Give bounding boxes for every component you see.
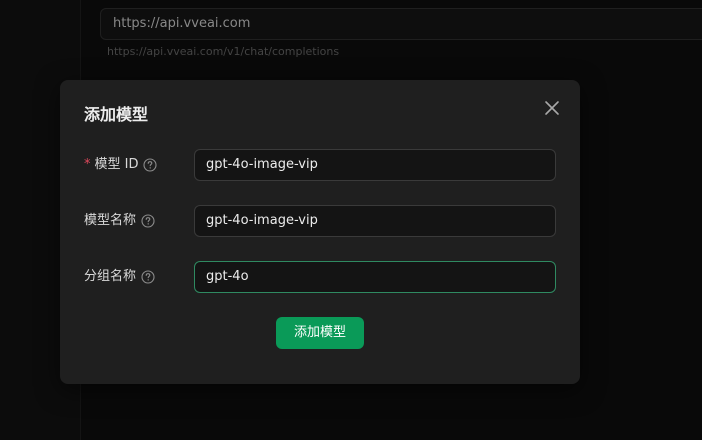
group-name-input[interactable]: gpt-4o <box>194 261 556 293</box>
close-icon <box>540 96 564 120</box>
model-name-row: 模型名称 gpt-4o-image-vip <box>84 205 556 237</box>
dialog-title: 添加模型 <box>84 105 149 124</box>
model-name-label-text: 模型名称 <box>84 213 137 228</box>
model-id-label-text: 模型 ID <box>94 157 139 172</box>
group-name-label-text: 分组名称 <box>84 269 137 284</box>
question-circle-icon[interactable] <box>141 214 155 228</box>
model-id-label: * 模型 ID <box>84 149 158 181</box>
model-id-input[interactable]: gpt-4o-image-vip <box>194 149 556 181</box>
add-model-dialog: 添加模型 * 模型 ID gpt-4o-image-vip 模型名称 gpt-4… <box>60 80 580 384</box>
question-circle-icon[interactable] <box>141 270 155 284</box>
question-circle-icon[interactable] <box>143 158 158 172</box>
group-name-label: 分组名称 <box>84 261 155 293</box>
model-name-input[interactable]: gpt-4o-image-vip <box>194 205 556 237</box>
settings-page: https://api.vveai.com https://api.vveai.… <box>0 0 702 440</box>
model-name-label: 模型名称 <box>84 205 155 237</box>
close-button[interactable] <box>540 96 564 120</box>
model-id-row: * 模型 ID gpt-4o-image-vip <box>84 149 556 181</box>
add-model-button[interactable]: 添加模型 <box>276 317 364 349</box>
group-name-row: 分组名称 gpt-4o <box>84 261 556 293</box>
required-marker: * <box>84 157 91 172</box>
